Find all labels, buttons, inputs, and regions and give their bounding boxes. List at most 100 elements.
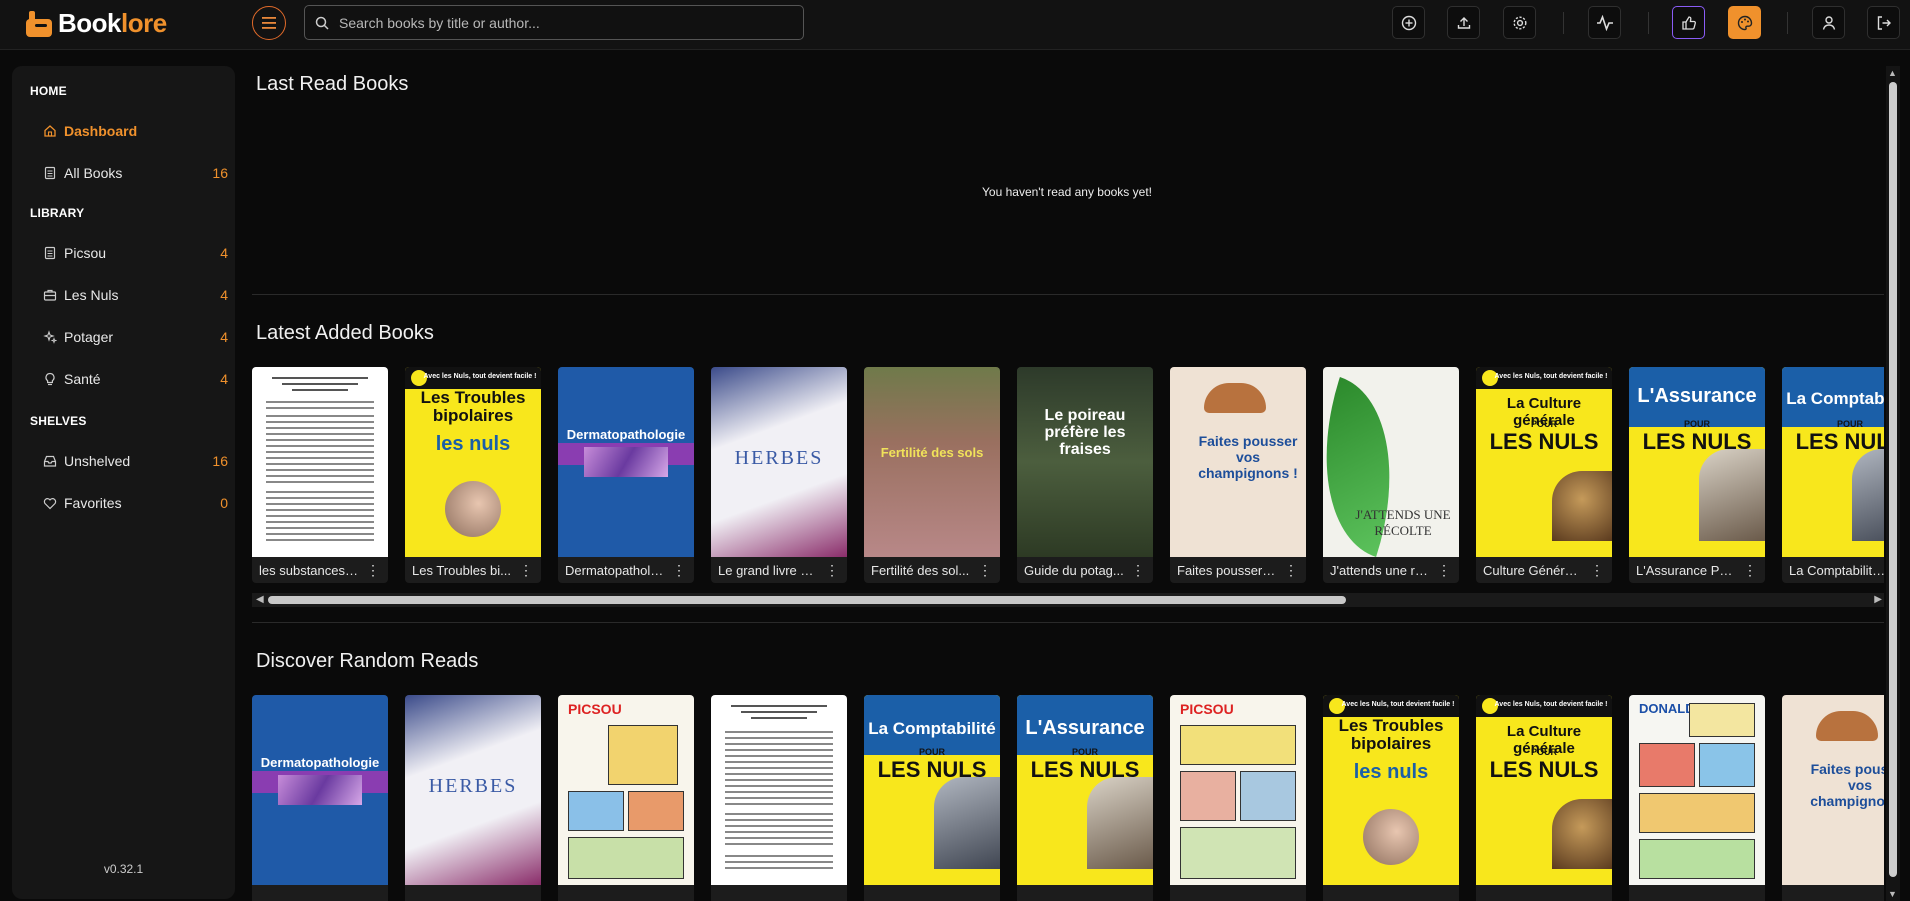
profile-button[interactable] bbox=[1812, 6, 1845, 39]
book-card[interactable]: Faites pousser vos champignons ! bbox=[1782, 695, 1884, 901]
more-options-icon[interactable]: ⋮ bbox=[1590, 563, 1604, 577]
book-cover: HERBES bbox=[711, 367, 847, 557]
gear-icon bbox=[1512, 15, 1527, 30]
sidebar-item-all-books[interactable]: All Books 16 bbox=[42, 161, 228, 185]
add-book-button[interactable] bbox=[1392, 6, 1425, 39]
more-options-icon[interactable]: ⋮ bbox=[1131, 563, 1145, 577]
toolbar-separator bbox=[1787, 12, 1788, 34]
sidebar-item-label: Potager bbox=[64, 329, 114, 345]
section-title-latest-added: Latest Added Books bbox=[256, 322, 434, 344]
more-options-icon[interactable]: ⋮ bbox=[519, 563, 533, 577]
sidebar-item-label: Unshelved bbox=[64, 453, 131, 469]
sidebar-item-count: 4 bbox=[220, 329, 228, 345]
book-cover: Fertilité des sols bbox=[864, 367, 1000, 557]
more-options-icon[interactable]: ⋮ bbox=[1743, 563, 1757, 577]
app-logo[interactable]: Booklore bbox=[26, 8, 167, 39]
vertical-scrollbar[interactable]: ▲ ▼ bbox=[1886, 66, 1900, 901]
book-cover: Avec les Nuls, tout devient facile ! La … bbox=[1476, 695, 1612, 885]
book-card[interactable]: Avec les Nuls, tout devient facile ! Les… bbox=[405, 367, 541, 583]
book-card[interactable]: PICSOU bbox=[558, 695, 694, 901]
book-cover: HERBES bbox=[405, 695, 541, 885]
thumbs-up-icon bbox=[1681, 15, 1696, 30]
book-card[interactable]: HERBES Le grand livre d... ⋮ bbox=[711, 367, 847, 583]
sidebar-item-label: Favorites bbox=[64, 495, 122, 511]
book-card[interactable]: PICSOU bbox=[1170, 695, 1306, 901]
search-bar[interactable] bbox=[304, 5, 804, 40]
book-cover: Avec les Nuls, tout devient facile ! La … bbox=[1476, 367, 1612, 557]
book-cover: Le poireau préfère les fraises bbox=[1017, 367, 1153, 557]
sidebar-item-les-nuls[interactable]: Les Nuls 4 bbox=[42, 283, 228, 307]
book-card[interactable]: Avec les Nuls, tout devient facile ! La … bbox=[1476, 367, 1612, 583]
plus-circle-icon bbox=[1401, 15, 1416, 30]
book-card[interactable]: Faites pousser vos champignons ! Faites … bbox=[1170, 367, 1306, 583]
scrollbar-thumb[interactable] bbox=[1889, 82, 1897, 877]
menu-toggle-button[interactable] bbox=[252, 6, 286, 40]
like-button[interactable] bbox=[1672, 6, 1705, 39]
book-card[interactable]: La Comptabilité POUR LES NULS La Comptab… bbox=[1782, 367, 1884, 583]
scrollbar-thumb[interactable] bbox=[268, 596, 1346, 604]
upload-button[interactable] bbox=[1447, 6, 1480, 39]
book-card[interactable]: J'ATTENDS UNE RÉCOLTE J'attends une ré..… bbox=[1323, 367, 1459, 583]
book-title: les substances ... bbox=[259, 563, 359, 578]
empty-state-message: You haven't read any books yet! bbox=[982, 185, 1152, 199]
settings-button[interactable] bbox=[1503, 6, 1536, 39]
book-title: Faites pousser v... bbox=[1177, 563, 1277, 578]
logout-button[interactable] bbox=[1867, 6, 1900, 39]
book-card[interactable]: HERBES bbox=[405, 695, 541, 901]
sidebar-item-dashboard[interactable]: Dashboard bbox=[42, 119, 228, 143]
more-options-icon[interactable]: ⋮ bbox=[978, 563, 992, 577]
book-title: Le grand livre d... bbox=[718, 563, 818, 578]
book-cover: L'Assurance POUR LES NULS bbox=[1629, 367, 1765, 557]
book-cover: Avec les Nuls, tout devient facile ! Les… bbox=[405, 367, 541, 557]
sidebar-item-favorites[interactable]: Favorites 0 bbox=[42, 491, 228, 515]
section-divider bbox=[252, 622, 1884, 623]
sidebar-item-potager[interactable]: Potager 4 bbox=[42, 325, 228, 349]
book-card[interactable]: Avec les Nuls, tout devient facile ! Les… bbox=[1323, 695, 1459, 901]
palette-icon bbox=[1737, 15, 1752, 30]
book-card[interactable]: les substances ... ⋮ bbox=[252, 367, 388, 583]
scroll-up-icon[interactable]: ▲ bbox=[1888, 68, 1897, 78]
more-options-icon[interactable]: ⋮ bbox=[366, 563, 380, 577]
sidebar-item-unshelved[interactable]: Unshelved 16 bbox=[42, 449, 228, 473]
book-card[interactable]: Le poireau préfère les fraises Guide du … bbox=[1017, 367, 1153, 583]
scroll-right-icon[interactable]: ▶ bbox=[1874, 594, 1882, 605]
book-cover bbox=[252, 367, 388, 557]
more-options-icon[interactable]: ⋮ bbox=[1437, 563, 1451, 577]
book-card[interactable]: DONALD bbox=[1629, 695, 1765, 901]
book-card[interactable]: Avec les Nuls, tout devient facile ! La … bbox=[1476, 695, 1612, 901]
scroll-left-icon[interactable]: ◀ bbox=[256, 594, 264, 605]
scroll-down-icon[interactable]: ▼ bbox=[1888, 889, 1897, 899]
horizontal-scrollbar[interactable]: ◀ ▶ bbox=[252, 593, 1884, 607]
section-divider bbox=[252, 294, 1884, 295]
toolbar-separator bbox=[1648, 12, 1649, 34]
book-cover: Dermatopathologie bbox=[252, 695, 388, 885]
book-title: Fertilité des sol... bbox=[871, 563, 970, 578]
pulse-icon bbox=[1596, 14, 1613, 31]
latest-books-row: les substances ... ⋮ Avec les Nuls, tout… bbox=[252, 367, 1884, 585]
upload-icon bbox=[1457, 16, 1470, 29]
book-card[interactable]: La Comptabilité POUR LES NULS bbox=[864, 695, 1000, 901]
book-icon bbox=[42, 166, 58, 180]
theme-button[interactable] bbox=[1728, 6, 1761, 39]
book-card[interactable]: L'Assurance POUR LES NULS bbox=[1017, 695, 1153, 901]
sidebar-item-sante[interactable]: Santé 4 bbox=[42, 367, 228, 391]
app-version: v0.32.1 bbox=[103, 862, 144, 876]
top-bar: Booklore bbox=[0, 0, 1910, 50]
more-options-icon[interactable]: ⋮ bbox=[825, 563, 839, 577]
sidebar-item-picsou[interactable]: Picsou 4 bbox=[42, 241, 228, 265]
sidebar-item-count: 4 bbox=[220, 287, 228, 303]
sidebar-item-count: 4 bbox=[220, 245, 228, 261]
more-options-icon[interactable]: ⋮ bbox=[672, 563, 686, 577]
sidebar-item-label: Santé bbox=[64, 371, 101, 387]
book-card[interactable] bbox=[711, 695, 847, 901]
inbox-icon bbox=[42, 454, 58, 468]
book-card[interactable]: Fertilité des sols Fertilité des sol... … bbox=[864, 367, 1000, 583]
book-card[interactable]: Dermatopathologie bbox=[252, 695, 388, 901]
more-options-icon[interactable]: ⋮ bbox=[1284, 563, 1298, 577]
sidebar-item-count: 0 bbox=[220, 495, 228, 511]
book-card[interactable]: L'Assurance POUR LES NULS L'Assurance Po… bbox=[1629, 367, 1765, 583]
search-input[interactable] bbox=[339, 14, 779, 31]
activity-button[interactable] bbox=[1588, 6, 1621, 39]
book-card[interactable]: Dermatopathologie Dermatopatholo... ⋮ bbox=[558, 367, 694, 583]
book-title: L'Assurance Pou... bbox=[1636, 563, 1736, 578]
